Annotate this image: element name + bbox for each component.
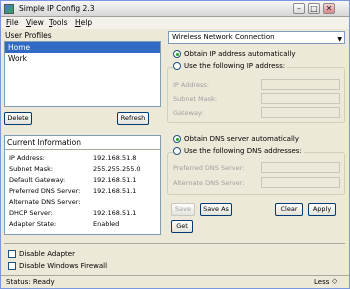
ip-address-input[interactable] <box>261 79 340 90</box>
dhcp-server-value: 192.168.51.1 <box>93 209 137 217</box>
menu-view[interactable]: View <box>26 18 44 27</box>
profiles-list[interactable]: Home Work <box>4 41 161 107</box>
dhcp-server-label: DHCP Server: <box>9 209 53 217</box>
menu-help[interactable]: Help <box>75 18 92 27</box>
close-button[interactable]: ✕ <box>323 3 335 14</box>
chevron-down-icon[interactable]: ▼ <box>337 34 342 45</box>
default-gateway-label: Default Gateway: <box>9 176 66 184</box>
dns-manual-group <box>167 152 345 195</box>
ip-address-value: 192.168.51.8 <box>93 154 137 162</box>
disable-adapter-label: Disable Adapter <box>19 250 75 258</box>
ip-address-field-label: IP Address: <box>173 81 209 89</box>
status-text: Status: Ready <box>6 278 55 286</box>
disable-firewall-label: Disable Windows Firewall <box>19 262 108 270</box>
clear-button[interactable]: Clear <box>275 203 303 216</box>
radio-selected-icon <box>173 50 181 58</box>
gateway-field-label: Gateway: <box>173 109 204 117</box>
dns-manual-label: Use the following DNS addresses: <box>184 147 302 155</box>
subnet-mask-input[interactable] <box>261 93 340 104</box>
list-item[interactable]: Home <box>5 42 160 53</box>
title-bar[interactable]: Simple IP Config 2.3 – □ ✕ <box>1 1 349 17</box>
preferred-dns-input[interactable] <box>261 162 340 173</box>
divider <box>4 243 345 244</box>
current-info-panel: Current Information IP Address: 192.168.… <box>4 135 161 235</box>
subnet-mask-field-label: Subnet Mask: <box>173 95 218 103</box>
app-icon <box>4 4 14 14</box>
list-item[interactable]: Work <box>5 53 160 64</box>
less-link[interactable]: Less <box>314 278 329 286</box>
dns-manual-radio[interactable]: Use the following DNS addresses: <box>173 147 304 155</box>
default-gateway-value: 192.168.51.1 <box>93 176 137 184</box>
alternate-dns-field-label: Alternate DNS Server: <box>173 179 245 187</box>
disable-firewall-checkbox[interactable]: Disable Windows Firewall <box>8 262 107 270</box>
refresh-button[interactable]: Refresh <box>117 112 149 125</box>
subnet-mask-value: 255.255.255.0 <box>93 165 141 173</box>
adapter-select[interactable]: Wireless Network Connection ▼ <box>168 31 345 44</box>
gateway-input[interactable] <box>261 107 340 118</box>
ip-auto-label: Obtain IP address automatically <box>184 50 296 58</box>
app-window: Simple IP Config 2.3 – □ ✕ File View Too… <box>0 0 350 289</box>
preferred-dns-value: 192.168.51.1 <box>93 187 137 195</box>
menu-tools[interactable]: Tools <box>49 18 67 27</box>
dns-auto-label: Obtain DNS server automatically <box>184 135 299 143</box>
preferred-dns-field-label: Preferred DNS Server: <box>173 164 245 172</box>
menu-file[interactable]: File <box>6 18 19 27</box>
disable-adapter-checkbox[interactable]: Disable Adapter <box>8 250 75 258</box>
ip-address-label: IP Address: <box>9 154 45 162</box>
ip-manual-label: Use the following IP address: <box>184 62 286 70</box>
get-button[interactable]: Get <box>171 220 193 233</box>
alternate-dns-input[interactable] <box>261 177 340 188</box>
adapter-select-value: Wireless Network Connection <box>172 33 275 41</box>
collapse-icon[interactable]: ◇ <box>332 277 337 285</box>
alternate-dns-label: Alternate DNS Server: <box>9 198 81 206</box>
user-profiles-label: User Profiles <box>5 31 52 40</box>
checkbox-icon <box>8 262 16 270</box>
subnet-mask-label: Subnet Mask: <box>9 165 54 173</box>
preferred-dns-label: Preferred DNS Server: <box>9 187 81 195</box>
menu-bar: File View Tools Help <box>1 17 349 29</box>
radio-unselected-icon <box>173 62 181 70</box>
minimize-button[interactable]: – <box>293 3 305 14</box>
delete-button[interactable]: Delete <box>4 112 32 125</box>
save-button[interactable]: Save <box>171 203 195 216</box>
adapter-state-label: Adapter State: <box>9 220 57 228</box>
adapter-state-value: Enabled <box>93 220 120 228</box>
ip-manual-radio[interactable]: Use the following IP address: <box>173 62 288 70</box>
current-info-header: Current Information <box>7 138 81 147</box>
ip-auto-radio[interactable]: Obtain IP address automatically <box>173 50 296 58</box>
dns-auto-radio[interactable]: Obtain DNS server automatically <box>173 135 299 143</box>
divider <box>5 149 160 150</box>
window-title: Simple IP Config 2.3 <box>19 4 95 13</box>
checkbox-icon <box>8 250 16 258</box>
status-bar: Status: Ready Less ◇ <box>1 275 349 288</box>
radio-unselected-icon <box>173 147 181 155</box>
save-as-button[interactable]: Save As <box>200 203 232 216</box>
apply-button[interactable]: Apply <box>308 203 336 216</box>
maximize-button[interactable]: □ <box>308 3 320 14</box>
radio-selected-icon <box>173 135 181 143</box>
